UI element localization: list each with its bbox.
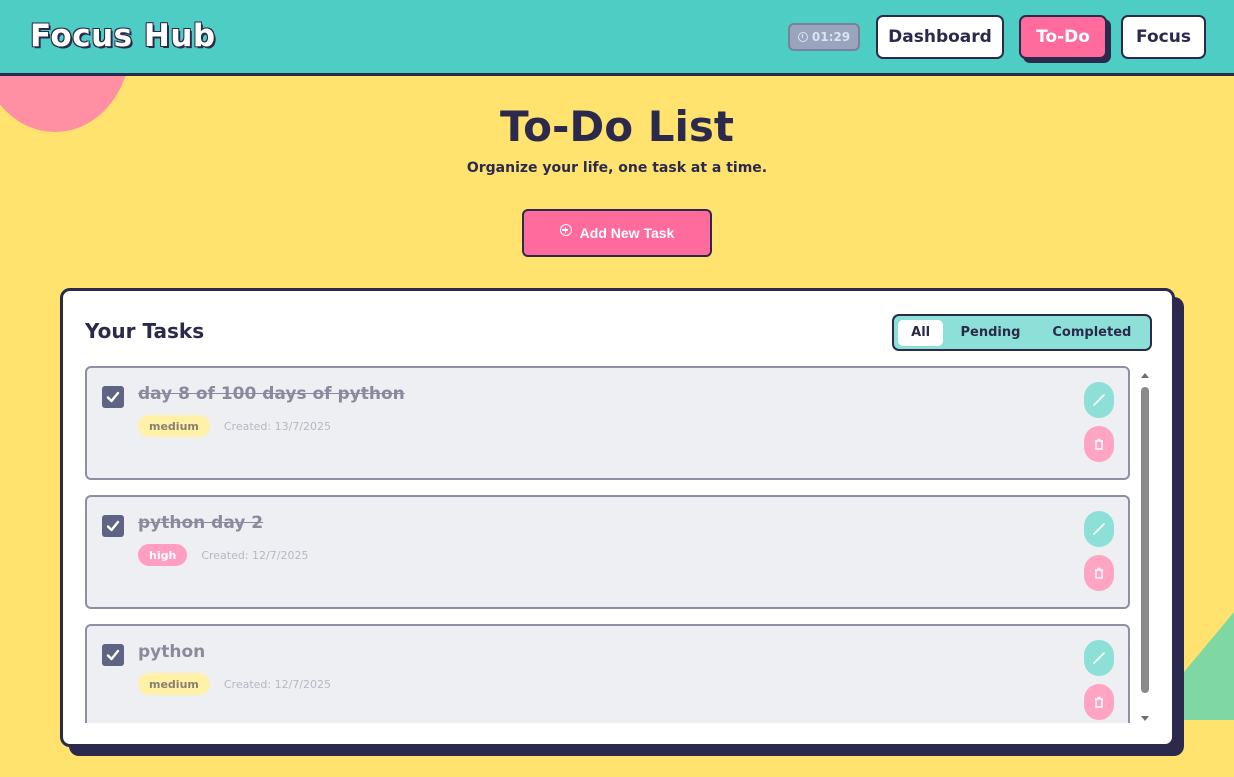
delete-task-button[interactable] [1084, 555, 1114, 591]
task-card: day 8 of 100 days of python medium Creat… [85, 366, 1130, 480]
check-icon [106, 649, 120, 661]
focus-timer-badge[interactable]: 01:29 [788, 23, 860, 51]
nav-focus-button[interactable]: Focus [1121, 15, 1206, 59]
task-meta: high Created: 12/7/2025 [138, 544, 308, 566]
clock-icon [797, 32, 808, 42]
plus-circle-icon [559, 224, 572, 236]
edit-task-button[interactable] [1084, 640, 1114, 676]
delete-task-button[interactable] [1084, 426, 1114, 462]
filter-completed-button[interactable]: Completed [1038, 320, 1146, 346]
timer-text: 01:29 [811, 30, 851, 44]
edit-task-button[interactable] [1084, 382, 1114, 418]
task-created-date: Created: 12/7/2025 [223, 677, 332, 691]
check-icon [106, 391, 120, 403]
priority-badge: medium [138, 415, 210, 437]
task-filter-group: All Pending Completed [892, 314, 1152, 351]
task-title: python [138, 642, 206, 662]
task-list-scrollbar[interactable] [1138, 369, 1152, 725]
task-complete-checkbox[interactable] [102, 386, 124, 408]
scroll-down-arrow-icon[interactable] [1141, 716, 1149, 721]
filter-pending-button[interactable]: Pending [943, 320, 1037, 346]
task-created-date: Created: 13/7/2025 [223, 419, 332, 433]
add-new-task-button[interactable]: Add New Task [522, 209, 712, 257]
task-meta: medium Created: 12/7/2025 [138, 673, 331, 695]
task-card: python day 2 high Created: 12/7/2025 [85, 495, 1130, 609]
page-subtitle: Organize your life, one task at a time. [466, 160, 768, 176]
nav-dashboard-button[interactable]: Dashboard [876, 15, 1004, 59]
trash-icon [1095, 567, 1103, 579]
filter-all-button[interactable]: All [898, 319, 944, 346]
task-complete-checkbox[interactable] [102, 515, 124, 537]
pencil-icon [1093, 394, 1105, 406]
task-meta: medium Created: 13/7/2025 [138, 415, 331, 437]
pencil-icon [1093, 523, 1105, 535]
tasks-panel: Your Tasks All Pending Completed day 8 o… [60, 288, 1175, 747]
pencil-icon [1093, 652, 1105, 664]
edit-task-button[interactable] [1084, 511, 1114, 547]
task-card: python medium Created: 12/7/2025 [85, 624, 1130, 723]
tasks-panel-title: Your Tasks [85, 319, 205, 343]
top-navbar: Focus Hub 01:29 Dashboard To-Do Focus [0, 0, 1234, 76]
task-title: day 8 of 100 days of python [138, 384, 405, 404]
task-complete-checkbox[interactable] [102, 644, 124, 666]
add-new-task-label: Add New Task [579, 225, 675, 241]
priority-badge: medium [138, 673, 210, 695]
delete-task-button[interactable] [1084, 684, 1114, 720]
task-title: python day 2 [138, 513, 264, 533]
trash-icon [1095, 696, 1103, 708]
page-title: To-Do List [500, 102, 734, 151]
task-list[interactable]: day 8 of 100 days of python medium Creat… [85, 366, 1145, 723]
scroll-up-arrow-icon[interactable] [1141, 373, 1149, 378]
brand-logo: Focus Hub [30, 18, 216, 54]
trash-icon [1095, 438, 1103, 450]
nav-todo-button[interactable]: To-Do [1019, 15, 1107, 59]
scroll-thumb[interactable] [1141, 387, 1149, 693]
task-created-date: Created: 12/7/2025 [201, 548, 309, 562]
check-icon [106, 520, 120, 532]
priority-badge: high [138, 544, 188, 566]
